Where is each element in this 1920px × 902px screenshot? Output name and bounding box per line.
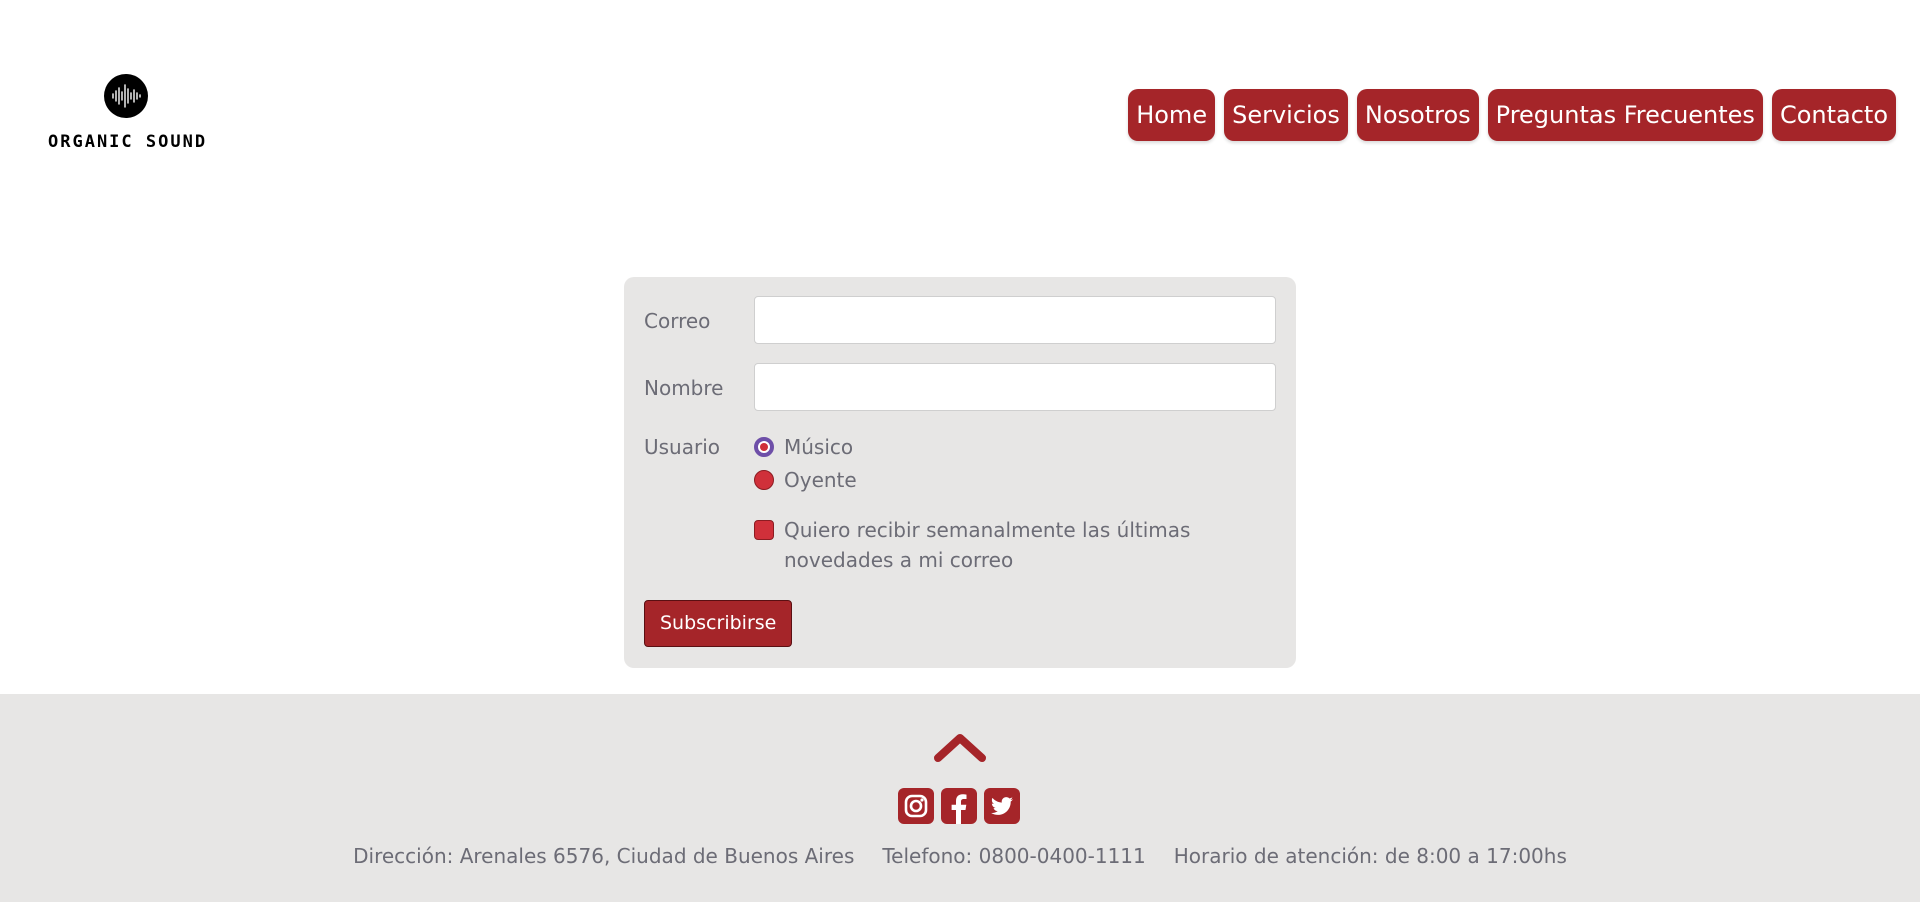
main-nav: Home Servicios Nosotros Preguntas Frecue…	[1128, 89, 1896, 141]
subscribe-form: Correo Nombre Usuario Músico Oyente Quie…	[624, 277, 1296, 668]
nav-servicios[interactable]: Servicios	[1224, 89, 1348, 141]
subscribe-button[interactable]: Subscribirse	[644, 600, 793, 647]
instagram-icon[interactable]	[898, 788, 934, 824]
footer-address: Dirección: Arenales 6576, Ciudad de Buen…	[353, 844, 855, 868]
radio-option-musico[interactable]: Músico	[754, 435, 853, 459]
user-type-label: Usuario	[644, 435, 721, 459]
radio-musico-label: Músico	[784, 435, 854, 459]
email-field[interactable]	[754, 296, 1276, 344]
radio-oyente[interactable]	[754, 470, 774, 490]
footer-hours: Horario de atención: de 8:00 a 17:00hs	[1173, 844, 1567, 868]
newsletter-checkbox[interactable]	[754, 520, 774, 540]
footer-contact-info: Dirección: Arenales 6576, Ciudad de Buen…	[0, 844, 1920, 868]
nav-contacto[interactable]: Contacto	[1771, 89, 1896, 141]
newsletter-option[interactable]: Quiero recibir semanalmente las últimas …	[754, 518, 1284, 575]
social-links	[898, 788, 1020, 824]
radio-option-oyente[interactable]: Oyente	[754, 468, 857, 492]
email-label: Correo	[644, 309, 711, 333]
soundwave-logo-icon	[104, 74, 148, 118]
nav-home[interactable]: Home	[1128, 89, 1216, 141]
nav-preguntas-frecuentes[interactable]: Preguntas Frecuentes	[1487, 89, 1763, 141]
site-footer: Dirección: Arenales 6576, Ciudad de Buen…	[0, 694, 1920, 902]
footer-phone: Telefono: 0800-0400-1111	[882, 844, 1146, 868]
newsletter-label: Quiero recibir semanalmente las últimas …	[784, 518, 1191, 572]
nav-nosotros[interactable]: Nosotros	[1356, 89, 1479, 141]
radio-musico[interactable]	[754, 437, 774, 457]
site-header: ORGANIC SOUND Home Servicios Nosotros Pr…	[0, 0, 1920, 230]
brand-logo[interactable]: ORGANIC SOUND	[48, 74, 208, 154]
facebook-icon[interactable]	[941, 788, 977, 824]
chevron-up-icon[interactable]	[932, 730, 988, 770]
brand-name: ORGANIC SOUND	[48, 132, 208, 152]
name-field[interactable]	[754, 363, 1276, 411]
twitter-icon[interactable]	[984, 788, 1020, 824]
name-label: Nombre	[644, 376, 724, 400]
radio-oyente-label: Oyente	[784, 468, 857, 492]
